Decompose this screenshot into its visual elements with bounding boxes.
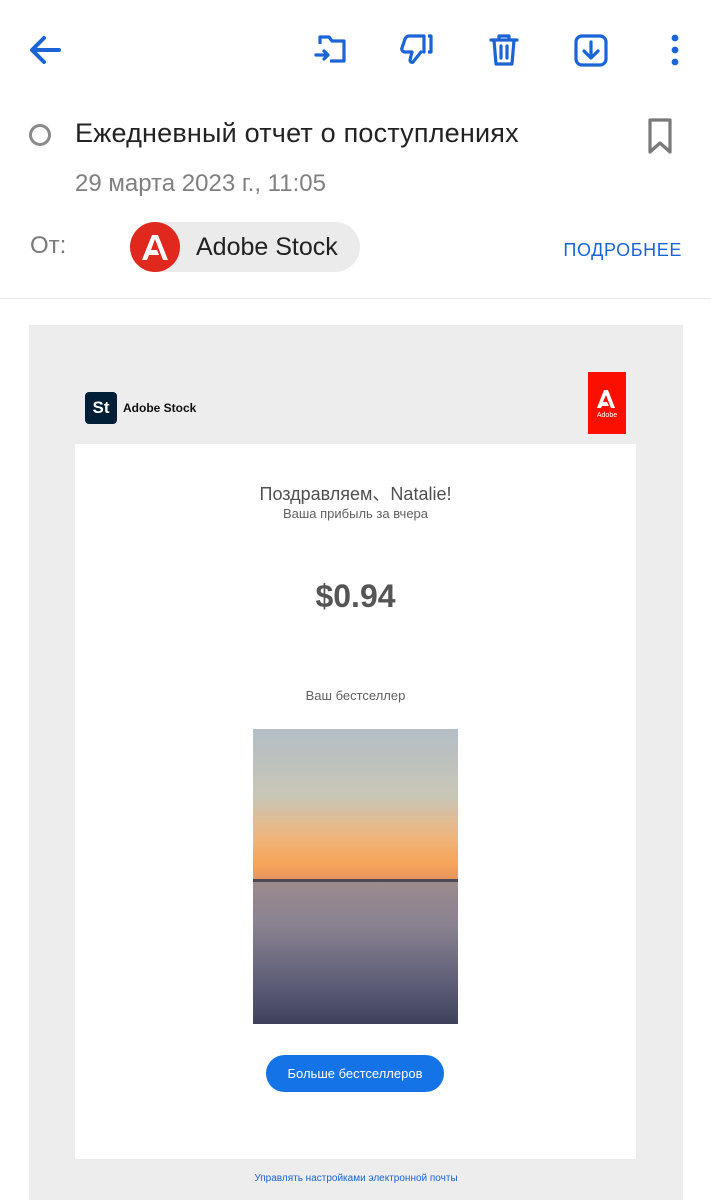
- more-bestsellers-button[interactable]: Больше бестселлеров: [266, 1055, 444, 1092]
- divider: [0, 298, 711, 299]
- adobe-tag-logo: Adobe: [588, 372, 626, 434]
- earnings-amount: $0.94: [315, 578, 396, 614]
- bestseller-label: Ваш бестселлер: [305, 688, 406, 703]
- more-vert-icon[interactable]: [651, 26, 699, 74]
- manage-email-settings-link[interactable]: Управлять настройками электронной почты: [29, 1173, 683, 1184]
- brand-name: Adobe Stock: [123, 401, 197, 415]
- message-date: 29 марта 2023 г., 11:05: [75, 170, 326, 197]
- sub-greeting: Ваша прибыль за вчера: [282, 506, 429, 521]
- back-arrow-icon[interactable]: [21, 26, 69, 74]
- from-label: От:: [30, 232, 67, 259]
- toolbar: [0, 0, 711, 100]
- bookmark-icon[interactable]: [645, 116, 675, 161]
- earnings-card: Поздравляем、Natalie! Ваша прибыль за вче…: [75, 444, 636, 1159]
- subject-row: Ежедневный отчет о поступлениях: [0, 108, 711, 164]
- dislike-icon[interactable]: [393, 26, 441, 74]
- bestseller-image[interactable]: [253, 729, 458, 1024]
- message-subject: Ежедневный отчет о поступлениях: [75, 118, 519, 148]
- sender-chip[interactable]: Adobe Stock: [130, 222, 360, 272]
- adobe-stock-logo: St Adobe Stock: [85, 392, 196, 424]
- adobe-tag-text: Adobe: [596, 412, 618, 419]
- email-body: St Adobe Stock Adobe Поздравляем、Natalie…: [29, 325, 683, 1200]
- trash-icon[interactable]: [480, 26, 528, 74]
- unread-status-icon[interactable]: [29, 124, 51, 146]
- download-icon[interactable]: [567, 26, 615, 74]
- greeting: Поздравляем、Natalie!: [259, 484, 452, 504]
- details-link[interactable]: ПОДРОБНЕЕ: [563, 240, 682, 261]
- stock-badge-icon: St: [85, 392, 117, 424]
- sender-name: Adobe Stock: [196, 232, 338, 261]
- adobe-logo-icon: [130, 222, 180, 272]
- stock-badge-text: St: [92, 398, 110, 417]
- move-to-folder-icon[interactable]: [307, 26, 355, 74]
